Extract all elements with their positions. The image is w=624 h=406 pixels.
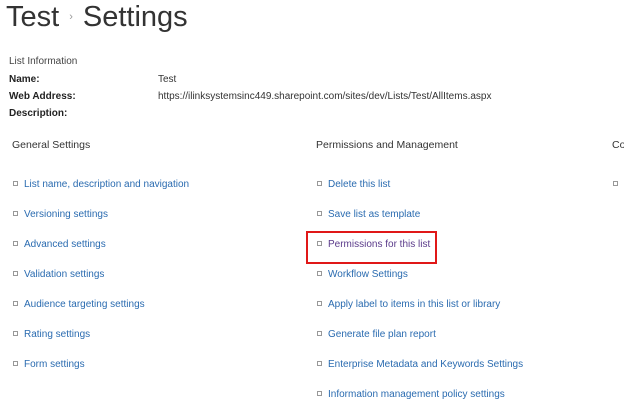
- bullet-icon: [613, 180, 618, 186]
- web-address-label: Web Address:: [9, 91, 76, 102]
- settings-link[interactable]: Generate file plan report: [317, 329, 436, 340]
- bullet-icon: [317, 270, 322, 276]
- settings-link-label: Versioning settings: [24, 209, 108, 220]
- page-title: Test › Settings: [6, 1, 188, 34]
- settings-link[interactable]: Rating settings: [13, 329, 90, 340]
- description-label: Description:: [9, 108, 68, 119]
- bullet-icon: [13, 180, 18, 186]
- bullet-icon: [317, 180, 322, 186]
- web-address-value: https://ilinksystemsinc449.sharepoint.co…: [158, 91, 492, 102]
- settings-link[interactable]: List name, description and navigation: [13, 179, 189, 190]
- bullet-icon: [317, 300, 322, 306]
- bullet-icon: [13, 300, 18, 306]
- settings-link[interactable]: Audience targeting settings: [13, 299, 145, 310]
- settings-link[interactable]: Workflow Settings: [317, 269, 408, 280]
- settings-link[interactable]: Advanced settings: [13, 239, 106, 250]
- settings-link-label: Form settings: [24, 359, 85, 370]
- settings-link-label: Save list as template: [328, 209, 421, 220]
- settings-link[interactable]: [613, 179, 624, 190]
- settings-link[interactable]: Information management policy settings: [317, 389, 505, 400]
- highlight-box: [306, 231, 437, 264]
- bullet-icon: [317, 360, 322, 366]
- bullet-icon: [13, 210, 18, 216]
- bullet-icon: [13, 330, 18, 336]
- settings-link-label: Workflow Settings: [328, 269, 408, 280]
- settings-link[interactable]: Validation settings: [13, 269, 104, 280]
- bullet-icon: [13, 240, 18, 246]
- settings-link-label: Validation settings: [24, 269, 105, 280]
- bullet-icon: [317, 330, 322, 336]
- name-value: Test: [158, 74, 177, 85]
- settings-link[interactable]: Save list as template: [317, 209, 420, 220]
- list-info-heading: List Information: [9, 56, 78, 67]
- breadcrumb-list[interactable]: Test: [6, 1, 59, 33]
- settings-link-label: Information management policy settings: [328, 389, 505, 400]
- settings-link[interactable]: Enterprise Metadata and Keywords Setting…: [317, 359, 523, 370]
- settings-link-label: Generate file plan report: [328, 329, 436, 340]
- settings-link-label: List name, description and navigation: [24, 179, 190, 190]
- breadcrumb-separator-icon: ›: [69, 11, 73, 23]
- settings-link-label: Delete this list: [328, 179, 391, 190]
- settings-link[interactable]: Versioning settings: [13, 209, 108, 220]
- breadcrumb-page: Settings: [82, 1, 188, 33]
- settings-link-label: Audience targeting settings: [24, 299, 145, 310]
- section-header: Permissions and Management: [316, 139, 458, 151]
- bullet-icon: [13, 270, 18, 276]
- bullet-icon: [317, 210, 322, 216]
- section-header: General Settings: [12, 139, 91, 151]
- settings-link-label: Advanced settings: [24, 239, 106, 250]
- settings-link-label: Enterprise Metadata and Keywords Setting…: [328, 359, 524, 370]
- bullet-icon: [317, 390, 322, 396]
- settings-link-label: Rating settings: [24, 329, 91, 340]
- section-header: Co: [612, 139, 624, 151]
- bullet-icon: [13, 360, 18, 366]
- settings-link[interactable]: Form settings: [13, 359, 85, 370]
- name-label: Name:: [9, 74, 40, 85]
- settings-link-label: Apply label to items in this list or lib…: [328, 299, 501, 310]
- settings-link[interactable]: Apply label to items in this list or lib…: [317, 299, 500, 310]
- settings-link[interactable]: Delete this list: [317, 179, 390, 190]
